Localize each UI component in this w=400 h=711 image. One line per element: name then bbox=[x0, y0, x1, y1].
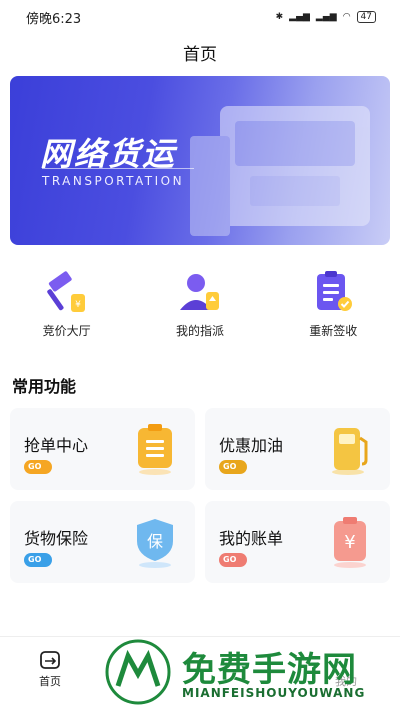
banner-divider bbox=[42, 168, 194, 169]
quick-action-my-assignments[interactable]: 我的指派 bbox=[133, 268, 266, 339]
watermark-logo-icon bbox=[105, 639, 171, 705]
fuel-pump-icon bbox=[332, 428, 368, 475]
quick-actions: ¥ 竞价大厅 我的指派 重新签收 bbox=[0, 268, 400, 339]
go-badge: GO bbox=[24, 460, 52, 474]
status-icons: ✱ ▂▄▆ ▂▄▆ ◠ 47 bbox=[276, 11, 376, 23]
status-time: 傍晚6:23 bbox=[26, 11, 82, 27]
card-my-bills[interactable]: 我的账单 GO ¥ bbox=[205, 501, 390, 583]
svg-text:¥: ¥ bbox=[344, 532, 355, 553]
page-title: 首页 bbox=[183, 45, 217, 65]
tab-home-label: 首页 bbox=[39, 675, 61, 688]
truck-image bbox=[190, 106, 370, 236]
quick-action-label: 竞价大厅 bbox=[42, 324, 91, 338]
bluetooth-icon: ✱ bbox=[275, 12, 284, 22]
card-fuel-discount[interactable]: 优惠加油 GO bbox=[205, 408, 390, 490]
clipboard-check-icon bbox=[317, 271, 353, 311]
go-badge: GO bbox=[219, 460, 247, 474]
wifi-icon: ◠ bbox=[342, 12, 351, 22]
go-badge: GO bbox=[219, 553, 247, 567]
bill-yen-icon: ¥ bbox=[334, 517, 366, 568]
banner-subtitle: TRANSPORTATION bbox=[42, 174, 185, 188]
watermark: 免费手游网 MIANFEISHOUYOUWANG bbox=[104, 638, 394, 708]
battery-icon: 47 bbox=[356, 11, 376, 23]
card-title: 我的账单 bbox=[219, 529, 284, 548]
watermark-text: 免费手游网 bbox=[182, 650, 357, 690]
go-badge: GO bbox=[24, 553, 52, 567]
quick-action-label: 我的指派 bbox=[175, 324, 224, 338]
signal-icon: ▂▄▆ bbox=[289, 12, 310, 22]
card-title: 货物保险 bbox=[24, 529, 89, 548]
home-icon bbox=[40, 651, 60, 669]
card-title: 抢单中心 bbox=[24, 436, 89, 455]
svg-text:保: 保 bbox=[147, 532, 163, 551]
gavel-icon: ¥ bbox=[46, 271, 85, 312]
svg-text:¥: ¥ bbox=[75, 300, 81, 310]
banner[interactable]: 网络货运 TRANSPORTATION bbox=[10, 76, 390, 245]
shield-insurance-icon: 保 bbox=[137, 519, 173, 568]
card-cargo-insurance[interactable]: 货物保险 GO 保 bbox=[10, 501, 195, 583]
card-title: 优惠加油 bbox=[219, 436, 284, 455]
tab-home[interactable]: 首页 bbox=[34, 649, 66, 689]
status-bar: 傍晚6:23 ✱ ▂▄▆ ▂▄▆ ◠ 47 bbox=[0, 0, 400, 34]
quick-action-bidding-hall[interactable]: ¥ 竞价大厅 bbox=[0, 268, 133, 339]
order-document-icon bbox=[138, 424, 172, 475]
quick-action-label: 重新签收 bbox=[309, 324, 358, 338]
watermark-subtext: MIANFEISHOUYOUWANG bbox=[182, 686, 366, 700]
signal-icon-2: ▂▄▆ bbox=[315, 12, 337, 22]
section-title: 常用功能 bbox=[12, 377, 77, 396]
card-order-center[interactable]: 抢单中心 GO bbox=[10, 408, 195, 490]
user-assign-icon bbox=[179, 274, 219, 310]
quick-action-re-sign[interactable]: 重新签收 bbox=[267, 268, 400, 339]
